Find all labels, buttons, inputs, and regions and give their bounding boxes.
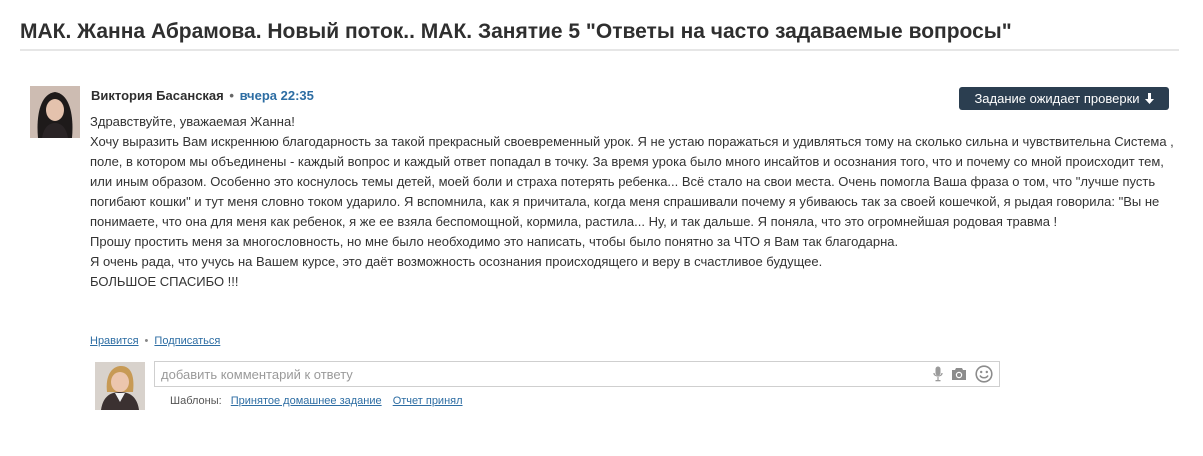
- meta-separator: •: [229, 88, 234, 103]
- camera-icon[interactable]: [951, 367, 967, 386]
- title-divider: [20, 49, 1179, 51]
- current-user-avatar: [95, 362, 145, 410]
- page-title: МАК. Жанна Абрамова. Новый поток.. МАК. …: [20, 20, 1012, 43]
- author-avatar[interactable]: [30, 86, 80, 138]
- comment-body: Здравствуйте, уважаемая Жанна! Хочу выра…: [90, 112, 1180, 292]
- like-link[interactable]: Нравится: [90, 335, 139, 347]
- status-label: Задание ожидает проверки: [974, 91, 1140, 106]
- author-name[interactable]: Виктория Басанская: [91, 88, 224, 103]
- comment-meta: Виктория Басанская • вчера 22:35: [91, 88, 314, 103]
- subscribe-link[interactable]: Подписаться: [154, 335, 220, 347]
- comment-paragraph: БОЛЬШОЕ СПАСИБО !!!: [90, 274, 239, 289]
- arrow-down-icon: [1144, 93, 1154, 104]
- comment-paragraph: Хочу выразить Вам искреннюю благодарност…: [90, 134, 1174, 229]
- status-badge[interactable]: Задание ожидает проверки: [959, 87, 1169, 110]
- comment-paragraph: Прошу простить меня за многословность, н…: [90, 234, 899, 249]
- reply-box: [154, 361, 1000, 387]
- template-report-accepted[interactable]: Отчет принял: [393, 395, 463, 407]
- comment-paragraph: Я очень рада, что учусь на Вашем курсе, …: [90, 254, 823, 269]
- reply-icons: [933, 365, 993, 388]
- templates-label: Шаблоны:: [170, 395, 222, 407]
- comment-time[interactable]: вчера 22:35: [240, 88, 314, 103]
- comment-paragraph: Здравствуйте, уважаемая Жанна!: [90, 114, 295, 129]
- emoji-icon[interactable]: [975, 365, 993, 388]
- actions-separator: •: [144, 335, 149, 347]
- template-accepted-homework[interactable]: Принятое домашнее задание: [231, 395, 382, 407]
- comment-actions: Нравится • Подписаться: [90, 335, 220, 347]
- microphone-icon[interactable]: [933, 366, 943, 387]
- reply-input[interactable]: [155, 362, 937, 386]
- reply-templates: Шаблоны: Принятое домашнее задание Отчет…: [170, 395, 471, 407]
